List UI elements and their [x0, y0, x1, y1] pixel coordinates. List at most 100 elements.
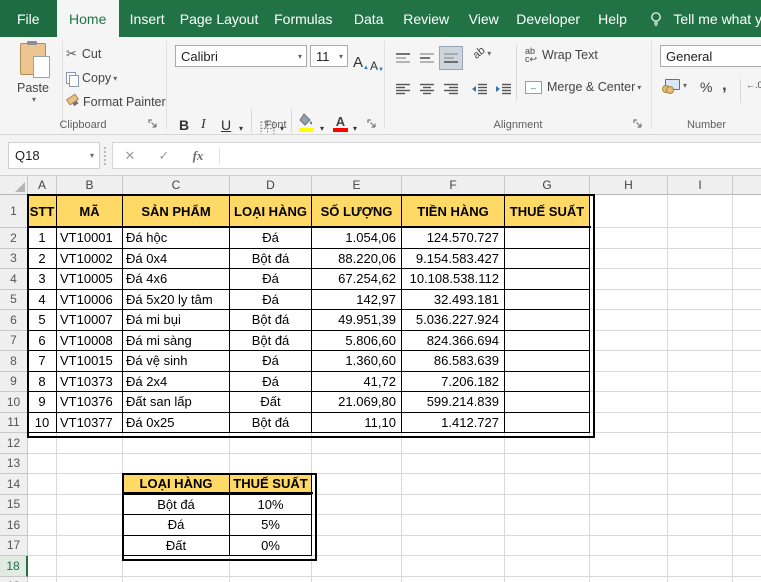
cell-C14[interactable]: LOẠI HÀNG [123, 474, 230, 495]
cell-B17[interactable] [57, 536, 123, 557]
cell-H4[interactable] [590, 269, 668, 290]
cell-E19[interactable] [312, 577, 402, 582]
format-painter-button[interactable]: Format Painter [66, 92, 166, 112]
cell-H3[interactable] [590, 249, 668, 270]
cell-F4[interactable]: 10.108.538.112 [402, 269, 505, 290]
cell-F17[interactable] [402, 536, 505, 557]
row-header-6[interactable]: 6 [0, 310, 28, 331]
column-header-J[interactable] [733, 176, 761, 195]
cell-A1[interactable]: STT [28, 195, 57, 228]
cell-E3[interactable]: 88.220,06 [312, 249, 402, 270]
row-header-17[interactable]: 17 [0, 536, 28, 557]
cell-H12[interactable] [590, 433, 668, 454]
cell-G1[interactable]: THUẾ SUẤT [505, 195, 590, 228]
cell-I2[interactable] [668, 228, 733, 249]
clipboard-dialog-launcher[interactable] [148, 119, 159, 130]
cut-button[interactable]: ✂ Cut [66, 44, 101, 64]
cell-E16[interactable] [312, 515, 402, 536]
cell-H6[interactable] [590, 310, 668, 331]
cell-I1[interactable] [668, 195, 733, 228]
cell-J9[interactable] [733, 372, 761, 393]
cell-H15[interactable] [590, 495, 668, 516]
cell-E17[interactable] [312, 536, 402, 557]
cell-J17[interactable] [733, 536, 761, 557]
cell-F8[interactable]: 86.583.639 [402, 351, 505, 372]
cell-I4[interactable] [668, 269, 733, 290]
cell-C8[interactable]: Đá vệ sinh [123, 351, 230, 372]
cell-F14[interactable] [402, 474, 505, 495]
cell-B14[interactable] [57, 474, 123, 495]
cell-E1[interactable]: SỐ LƯỢNG [312, 195, 402, 228]
cell-I13[interactable] [668, 454, 733, 475]
cell-J8[interactable] [733, 351, 761, 372]
cell-A7[interactable]: 6 [28, 331, 57, 352]
number-format-combo[interactable]: General [660, 45, 761, 67]
insert-function-icon[interactable]: fx [181, 148, 215, 164]
cell-D3[interactable]: Bột đá [230, 249, 312, 270]
row-header-12[interactable]: 12 [0, 433, 28, 454]
cell-C16[interactable]: Đá [123, 515, 230, 536]
cell-G8[interactable] [505, 351, 590, 372]
cell-J3[interactable] [733, 249, 761, 270]
cell-D10[interactable]: Đất [230, 392, 312, 413]
cell-B3[interactable]: VT10002 [57, 249, 123, 270]
font-size-combo[interactable]: 11 ▾ [310, 45, 348, 67]
cell-A9[interactable]: 8 [28, 372, 57, 393]
cell-C2[interactable]: Đá hộc [123, 228, 230, 249]
cell-A16[interactable] [28, 515, 57, 536]
cell-G6[interactable] [505, 310, 590, 331]
cell-H18[interactable] [590, 556, 668, 577]
cell-E4[interactable]: 67.254,62 [312, 269, 402, 290]
cell-B12[interactable] [57, 433, 123, 454]
cell-E15[interactable] [312, 495, 402, 516]
cell-F12[interactable] [402, 433, 505, 454]
row-header-15[interactable]: 15 [0, 495, 28, 516]
cell-I6[interactable] [668, 310, 733, 331]
cell-J12[interactable] [733, 433, 761, 454]
cell-E12[interactable] [312, 433, 402, 454]
cell-I15[interactable] [668, 495, 733, 516]
tab-formulas[interactable]: Formulas [263, 0, 344, 37]
cell-E9[interactable]: 41,72 [312, 372, 402, 393]
cell-D19[interactable] [230, 577, 312, 582]
cell-D7[interactable]: Bột đá [230, 331, 312, 352]
align-left-button[interactable] [391, 77, 415, 101]
cell-B5[interactable]: VT10006 [57, 290, 123, 311]
cell-E18[interactable] [312, 556, 402, 577]
cell-H2[interactable] [590, 228, 668, 249]
alignment-dialog-launcher[interactable] [633, 119, 644, 130]
row-header-9[interactable]: 9 [0, 372, 28, 393]
cell-C18[interactable] [123, 556, 230, 577]
cell-I17[interactable] [668, 536, 733, 557]
column-header-F[interactable]: F [402, 176, 505, 195]
cell-E5[interactable]: 142,97 [312, 290, 402, 311]
cell-H1[interactable] [590, 195, 668, 228]
cell-D16[interactable]: 5% [230, 515, 312, 536]
tab-developer[interactable]: Developer [508, 0, 587, 37]
cell-A8[interactable]: 7 [28, 351, 57, 372]
cell-G9[interactable] [505, 372, 590, 393]
cell-F10[interactable]: 599.214.839 [402, 392, 505, 413]
row-header-14[interactable]: 14 [0, 474, 28, 495]
paste-button[interactable]: Paste ▾ [6, 43, 60, 127]
cell-D1[interactable]: LOẠI HÀNG [230, 195, 312, 228]
row-header-5[interactable]: 5 [0, 290, 28, 311]
cell-D2[interactable]: Đá [230, 228, 312, 249]
cell-J13[interactable] [733, 454, 761, 475]
tab-data[interactable]: Data [344, 0, 394, 37]
cell-H19[interactable] [590, 577, 668, 582]
cell-J4[interactable] [733, 269, 761, 290]
column-header-D[interactable]: D [230, 176, 312, 195]
cell-H14[interactable] [590, 474, 668, 495]
cell-F2[interactable]: 124.570.727 [402, 228, 505, 249]
cell-F18[interactable] [402, 556, 505, 577]
cell-D13[interactable] [230, 454, 312, 475]
align-middle-button[interactable] [415, 46, 439, 70]
increase-decimal-button[interactable]: ←.00 [746, 81, 761, 90]
cell-J5[interactable] [733, 290, 761, 311]
cell-B16[interactable] [57, 515, 123, 536]
cell-G7[interactable] [505, 331, 590, 352]
cell-C4[interactable]: Đá 4x6 [123, 269, 230, 290]
cell-B11[interactable]: VT10377 [57, 413, 123, 434]
cell-F5[interactable]: 32.493.181 [402, 290, 505, 311]
